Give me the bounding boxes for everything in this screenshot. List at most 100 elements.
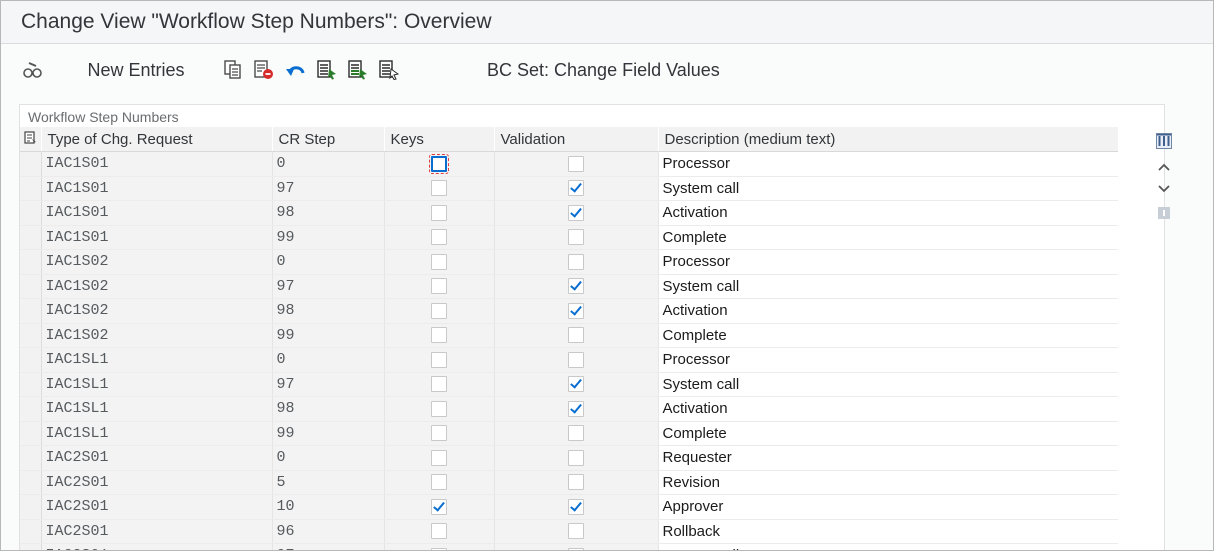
keys-checkbox[interactable] — [431, 351, 447, 368]
table-row[interactable]: IAC1S01 99 Complete — [20, 225, 1118, 250]
validation-checkbox[interactable] — [568, 425, 584, 442]
table-row[interactable]: IAC2S01 96 Rollback — [20, 519, 1118, 544]
table-row[interactable]: IAC1S02 0 Processor — [20, 249, 1118, 275]
cell-description[interactable]: Activation — [658, 298, 1118, 324]
cell-description[interactable]: Rollback — [658, 519, 1118, 544]
scroll-up-button[interactable] — [1156, 159, 1172, 175]
delete-button[interactable] — [253, 56, 275, 84]
new-entries-button[interactable]: New Entries — [84, 56, 188, 84]
validation-checkbox[interactable] — [568, 400, 584, 417]
validation-checkbox[interactable] — [568, 278, 584, 295]
validation-checkbox[interactable] — [568, 155, 584, 172]
validation-checkbox[interactable] — [568, 180, 584, 197]
cell-description[interactable]: System call — [658, 274, 1118, 299]
cell-description[interactable]: Complete — [658, 225, 1118, 250]
validation-checkbox[interactable] — [568, 474, 584, 491]
keys-checkbox[interactable] — [431, 523, 447, 540]
table-row[interactable]: IAC1S01 0 Processor — [20, 151, 1118, 177]
table-settings-cell[interactable] — [20, 127, 42, 152]
table-row[interactable]: IAC2S01 0 Requester — [20, 445, 1118, 471]
cell-description[interactable]: Approver — [658, 494, 1118, 520]
scroll-down-button[interactable] — [1156, 181, 1172, 197]
copy-as-button[interactable] — [222, 56, 244, 84]
scroll-thumb[interactable] — [1156, 205, 1172, 221]
row-selector[interactable] — [20, 421, 42, 446]
row-selector[interactable] — [20, 372, 42, 397]
keys-checkbox[interactable] — [431, 400, 447, 417]
validation-checkbox[interactable] — [568, 449, 584, 466]
cell-description[interactable]: Activation — [658, 200, 1118, 226]
column-settings-button[interactable] — [1156, 133, 1172, 149]
row-selector[interactable] — [20, 396, 42, 422]
table-row[interactable]: IAC1S02 99 Complete — [20, 323, 1118, 348]
cell-description[interactable]: Processor — [658, 151, 1118, 177]
row-selector[interactable] — [20, 470, 42, 495]
keys-checkbox[interactable] — [431, 180, 447, 197]
deselect-all-button[interactable] — [378, 56, 400, 84]
keys-checkbox[interactable] — [431, 474, 447, 491]
keys-checkbox[interactable] — [429, 153, 449, 174]
table-row[interactable]: IAC2S0197 System call — [20, 543, 1118, 550]
column-header-validation[interactable]: Validation — [494, 127, 659, 152]
keys-checkbox[interactable] — [431, 302, 447, 319]
cell-description[interactable]: System call — [658, 372, 1118, 397]
keys-checkbox[interactable] — [431, 229, 447, 246]
row-selector[interactable] — [20, 151, 42, 177]
row-selector[interactable] — [20, 176, 42, 201]
keys-checkbox[interactable] — [431, 376, 447, 393]
validation-checkbox[interactable] — [568, 351, 584, 368]
keys-checkbox[interactable] — [431, 425, 447, 442]
table-row[interactable]: IAC2S01 10 Approver — [20, 494, 1118, 520]
row-selector[interactable] — [20, 200, 42, 226]
validation-checkbox[interactable] — [568, 302, 584, 319]
validation-checkbox[interactable] — [568, 229, 584, 246]
row-selector[interactable] — [20, 298, 42, 324]
keys-checkbox[interactable] — [431, 204, 447, 221]
table-row[interactable]: IAC1SL1 98 Activation — [20, 396, 1118, 422]
cell-description[interactable]: System call — [658, 543, 1118, 550]
cell-description[interactable]: Requester — [658, 445, 1118, 471]
table-row[interactable]: IAC1SL1 97 System call — [20, 372, 1118, 397]
row-selector[interactable] — [20, 225, 42, 250]
table-row[interactable]: IAC2S01 5 Revision — [20, 470, 1118, 495]
row-selector[interactable] — [20, 347, 42, 373]
select-all-button[interactable] — [316, 56, 338, 84]
keys-checkbox[interactable] — [431, 449, 447, 466]
column-header-description[interactable]: Description (medium text) — [658, 127, 1118, 152]
keys-checkbox[interactable] — [431, 253, 447, 270]
undo-change-button[interactable] — [284, 56, 308, 84]
row-selector[interactable] — [20, 543, 42, 550]
validation-checkbox[interactable] — [568, 327, 584, 344]
keys-checkbox[interactable] — [431, 327, 447, 344]
table-row[interactable]: IAC1S01 98 Activation — [20, 200, 1118, 226]
select-block-button[interactable] — [347, 56, 369, 84]
keys-checkbox[interactable] — [431, 547, 447, 550]
bc-set-change-field-values-button[interactable]: BC Set: Change Field Values — [487, 56, 729, 84]
validation-checkbox[interactable] — [568, 376, 584, 393]
cell-description[interactable]: Activation — [658, 396, 1118, 422]
column-header-type[interactable]: Type of Chg. Request — [41, 127, 273, 152]
row-selector[interactable] — [20, 445, 42, 471]
cell-description[interactable]: Revision — [658, 470, 1118, 495]
cell-description[interactable]: Complete — [658, 421, 1118, 446]
keys-checkbox[interactable] — [431, 278, 447, 295]
column-header-keys[interactable]: Keys — [384, 127, 495, 152]
table-row[interactable]: IAC1S02 98 Activation — [20, 298, 1118, 324]
keys-checkbox[interactable] — [431, 498, 447, 515]
column-header-cr-step[interactable]: CR Step — [272, 127, 385, 152]
row-selector[interactable] — [20, 494, 42, 520]
row-selector[interactable] — [20, 249, 42, 275]
cell-description[interactable]: Processor — [658, 249, 1118, 275]
row-selector[interactable] — [20, 519, 42, 544]
validation-checkbox[interactable] — [568, 204, 584, 221]
row-selector[interactable] — [20, 323, 42, 348]
validation-checkbox[interactable] — [568, 253, 584, 270]
cell-description[interactable]: System call — [658, 176, 1118, 201]
display-change-button[interactable] — [21, 56, 45, 84]
row-selector[interactable] — [20, 274, 42, 299]
validation-checkbox[interactable] — [568, 547, 584, 550]
validation-checkbox[interactable] — [568, 498, 584, 515]
table-row[interactable]: IAC1S02 97 System call — [20, 274, 1118, 299]
table-row[interactable]: IAC1SL1 99 Complete — [20, 421, 1118, 446]
validation-checkbox[interactable] — [568, 523, 584, 540]
